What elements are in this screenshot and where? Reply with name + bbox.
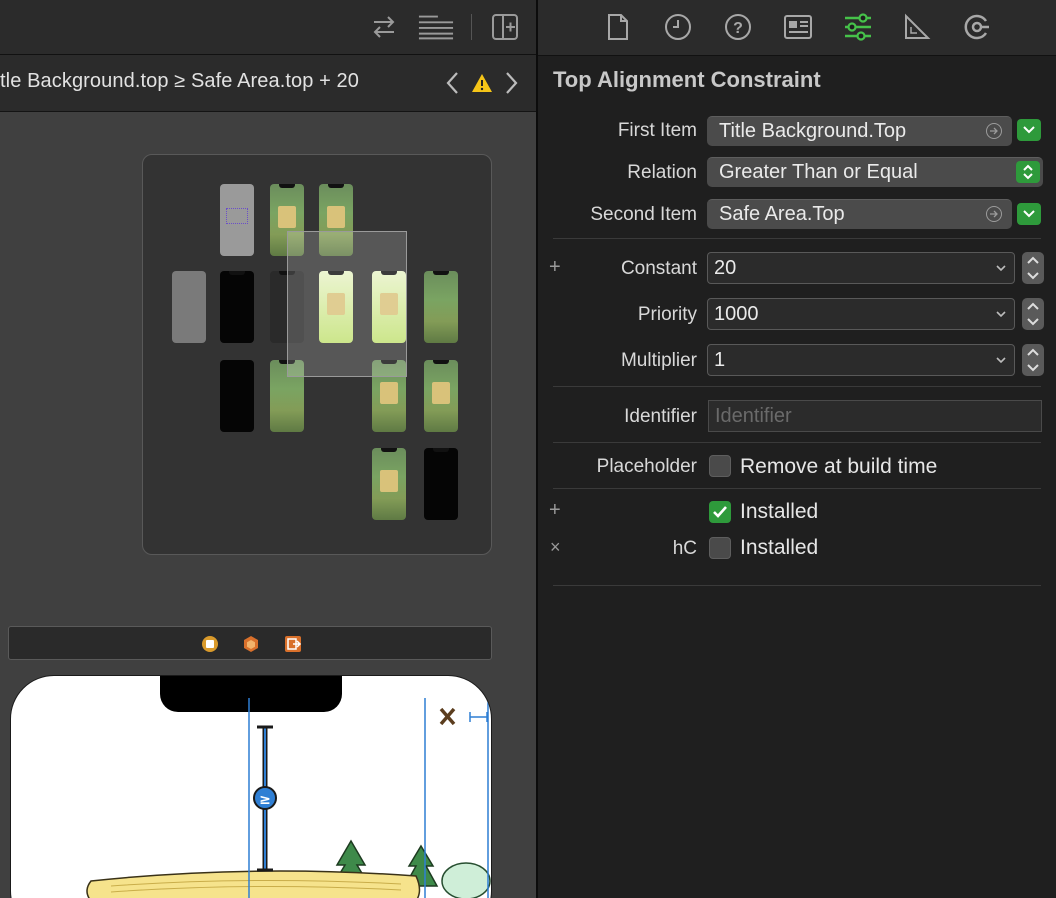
priority-label: Priority — [637, 304, 697, 325]
editor-toolbar — [0, 0, 536, 55]
scene-thumbnail[interactable] — [424, 271, 458, 343]
scene-thumbnail[interactable] — [424, 448, 458, 520]
reveal-arrow-icon[interactable] — [986, 123, 1002, 139]
installed-hc-checkbox[interactable] — [709, 537, 731, 559]
jump-bar-path[interactable]: tle Background.top ≥ Safe Area.top + 20 — [0, 70, 359, 93]
exit-icon[interactable] — [283, 634, 303, 654]
jump-bar: tle Background.top ≥ Safe Area.top + 20 — [0, 55, 536, 112]
file-icon[interactable] — [600, 10, 636, 44]
placeholder-label: Placeholder — [596, 456, 697, 477]
section-divider — [553, 585, 1041, 586]
constant-value: 20 — [714, 257, 737, 279]
chevron-down-icon[interactable] — [1017, 203, 1041, 225]
minimap-viewport[interactable] — [287, 231, 407, 377]
first-item-value: Title Background.Top — [719, 120, 907, 142]
constant-combo[interactable]: 20 — [707, 252, 1015, 284]
storyboard-editor: tle Background.top ≥ Safe Area.top + 20 — [0, 0, 536, 898]
history-icon[interactable] — [660, 10, 696, 44]
identity-icon[interactable] — [780, 10, 816, 44]
section-divider — [553, 238, 1041, 239]
scene-thumbnail[interactable] — [220, 184, 254, 256]
view-controller-icon[interactable] — [200, 634, 220, 654]
scene-thumbnail[interactable] — [220, 360, 254, 432]
identifier-label: Identifier — [624, 406, 697, 427]
scene-thumbnail[interactable] — [372, 448, 406, 520]
inspector-title: Top Alignment Constraint — [553, 67, 821, 92]
priority-value: 1000 — [714, 303, 759, 325]
phone-canvas[interactable]: ≥ — [10, 675, 492, 898]
close-x-icon[interactable] — [439, 707, 456, 726]
priority-stepper[interactable] — [1022, 298, 1044, 330]
installed-checkbox[interactable] — [709, 501, 731, 523]
editor-lines-icon[interactable] — [418, 10, 454, 44]
section-divider — [553, 442, 1041, 443]
second-item-popup[interactable]: Safe Area.Top — [707, 199, 1012, 229]
remove-at-build-checkbox[interactable] — [709, 455, 731, 477]
second-item-label: Second Item — [590, 204, 697, 225]
size-class-label: hC — [672, 538, 697, 559]
multiplier-combo[interactable]: 1 — [707, 344, 1015, 376]
relation-value: Greater Than or Equal — [719, 161, 918, 183]
inspector-tabs: ? — [538, 0, 1056, 56]
add-variation-plus-icon[interactable]: + — [549, 499, 561, 522]
scene-thumbnail[interactable] — [220, 271, 254, 343]
first-item-popup[interactable]: Title Background.Top — [707, 116, 1012, 146]
installed-hc-label: Installed — [740, 536, 819, 559]
remove-at-build-label: Remove at build time — [740, 455, 938, 478]
chevron-down-icon[interactable] — [1017, 119, 1041, 141]
remove-variation-x-icon[interactable]: × — [550, 537, 561, 558]
size-icon[interactable] — [899, 10, 935, 44]
chevron-left-icon[interactable] — [441, 71, 463, 95]
relation-popup[interactable]: Greater Than or Equal — [707, 157, 1043, 187]
add-variation-plus-icon[interactable]: + — [549, 256, 561, 279]
inspector-panel: ? Top Alignment Constraint First Item Ti… — [538, 0, 1056, 898]
toolbar-divider — [471, 14, 472, 40]
multiplier-value: 1 — [714, 349, 726, 371]
updown-chevron-icon[interactable] — [1016, 161, 1040, 183]
connections-icon[interactable] — [959, 10, 995, 44]
scene-thumbnail[interactable] — [172, 271, 206, 343]
multiplier-stepper[interactable] — [1022, 344, 1044, 376]
second-item-value: Safe Area.Top — [719, 203, 845, 225]
identifier-field[interactable] — [708, 400, 1042, 432]
warning-icon[interactable] — [471, 71, 493, 95]
relation-label: Relation — [627, 162, 697, 183]
reveal-arrow-icon[interactable] — [986, 206, 1002, 222]
help-icon[interactable]: ? — [720, 10, 756, 44]
first-responder-icon[interactable] — [241, 634, 261, 654]
priority-combo[interactable]: 1000 — [707, 298, 1015, 330]
svg-text:≥: ≥ — [259, 792, 271, 808]
multiplier-label: Multiplier — [620, 350, 697, 371]
identifier-input[interactable] — [709, 401, 1041, 431]
first-item-label: First Item — [617, 120, 697, 141]
attributes-icon[interactable] — [840, 10, 876, 44]
constant-stepper[interactable] — [1022, 252, 1044, 284]
section-divider — [553, 386, 1041, 387]
trailing-constraint-indicator[interactable] — [469, 712, 488, 722]
scene-dock — [8, 626, 492, 660]
section-divider — [553, 488, 1041, 489]
svg-text:?: ? — [733, 20, 743, 37]
swap-arrows-icon[interactable] — [366, 10, 402, 44]
constant-label: Constant — [620, 258, 697, 279]
top-constraint-indicator[interactable]: ≥ — [253, 725, 277, 872]
scene-thumbnail[interactable] — [424, 360, 458, 432]
add-editor-icon[interactable] — [487, 10, 523, 44]
chevron-right-icon[interactable] — [501, 71, 523, 95]
installed-label: Installed — [740, 500, 819, 523]
